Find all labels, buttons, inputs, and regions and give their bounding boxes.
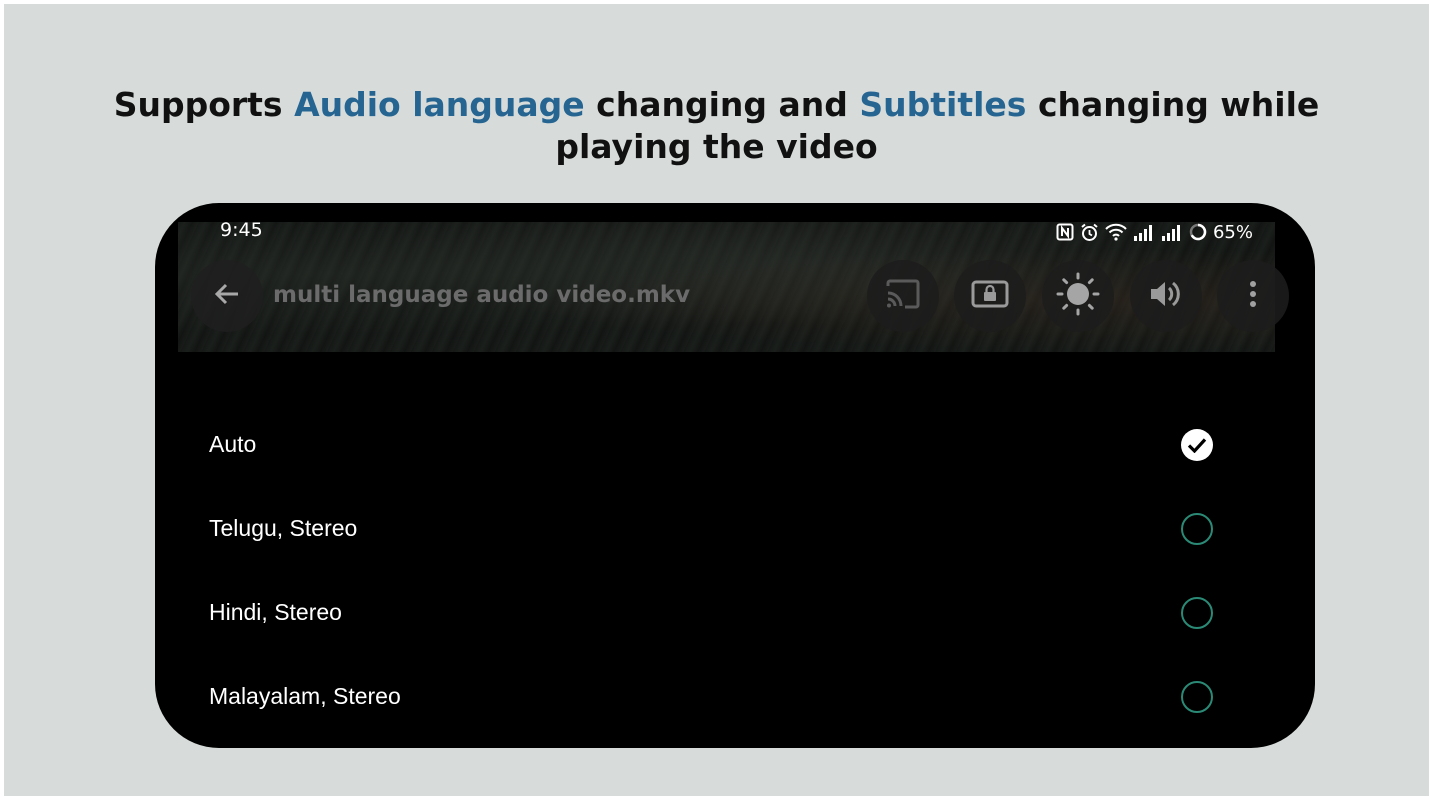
screen-lock-button[interactable] — [954, 260, 1026, 332]
phone-screen: 9:45 65% multi language audio video.mkv … — [155, 203, 1315, 748]
brightness-icon — [1056, 272, 1100, 321]
battery-ring-icon — [1189, 223, 1207, 241]
signal-icon — [1133, 224, 1155, 241]
back-button[interactable] — [191, 260, 263, 332]
battery-percent: 65% — [1212, 221, 1253, 243]
audio-track-label: Malayalam, Stereo — [209, 683, 401, 709]
volume-icon — [1149, 279, 1183, 314]
radio-unchecked-icon[interactable] — [1181, 513, 1213, 545]
status-time: 9:45 — [220, 219, 263, 241]
audio-track-item[interactable]: Malayalam, Stereo — [155, 655, 1315, 739]
headline-line-1: Supports Audio language changing and Sub… — [4, 84, 1429, 126]
headline-text: changing while — [1026, 85, 1320, 124]
audio-track-item[interactable]: Telugu, Stereo — [155, 487, 1315, 571]
radio-checked-icon[interactable] — [1181, 429, 1213, 461]
radio-unchecked-icon[interactable] — [1181, 597, 1213, 629]
headline-highlight-audio: Audio language — [294, 85, 585, 124]
wifi-icon — [1105, 223, 1127, 241]
signal-icon — [1161, 224, 1183, 241]
brightness-button[interactable] — [1042, 260, 1114, 332]
cast-button[interactable] — [867, 260, 939, 332]
audio-track-list: Auto Telugu, Stereo Hindi, Stereo Malaya… — [155, 403, 1315, 739]
audio-track-label: Auto — [209, 431, 257, 457]
radio-unchecked-icon[interactable] — [1181, 681, 1213, 713]
audio-track-item[interactable]: Hindi, Stereo — [155, 571, 1315, 655]
audio-track-item[interactable]: Auto — [155, 403, 1315, 487]
more-options-button[interactable] — [1217, 260, 1289, 332]
arrow-left-icon — [212, 279, 242, 314]
status-icons: 65% — [1056, 219, 1253, 245]
headline-highlight-subtitles: Subtitles — [859, 85, 1027, 124]
player-toolbar: multi language audio video.mkv — [155, 258, 1315, 334]
status-bar: 9:45 65% — [155, 219, 1315, 245]
audio-track-label: Hindi, Stereo — [209, 599, 342, 625]
screen-lock-icon — [971, 280, 1009, 313]
headline-text: Supports — [113, 85, 295, 124]
more-vert-icon — [1249, 280, 1257, 313]
nfc-icon — [1056, 223, 1074, 241]
volume-button[interactable] — [1130, 260, 1202, 332]
headline-line-2: playing the video — [555, 127, 878, 166]
headline-text: changing and — [584, 85, 860, 124]
promo-headline: Supports Audio language changing and Sub… — [4, 84, 1429, 168]
video-file-name: multi language audio video.mkv — [273, 282, 691, 308]
audio-track-label: Telugu, Stereo — [209, 515, 358, 541]
alarm-icon — [1080, 223, 1099, 242]
cast-icon — [885, 279, 921, 314]
